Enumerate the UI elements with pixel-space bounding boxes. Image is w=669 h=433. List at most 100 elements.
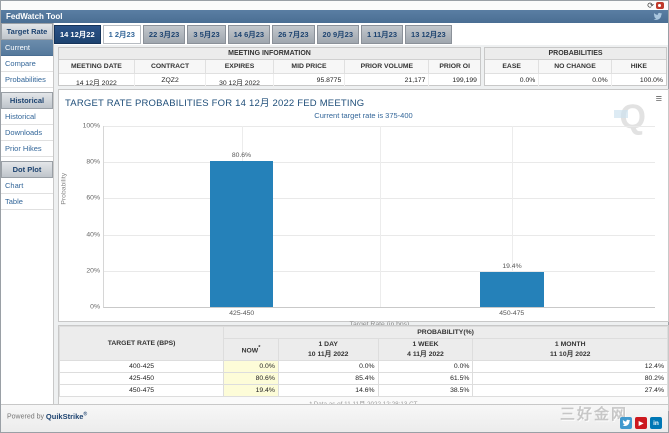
header-text: NOW (241, 347, 259, 355)
target-rate-col-header: TARGET RATE (BPS) (58, 326, 225, 361)
tab-meeting-4[interactable]: 14 6月23 (227, 25, 271, 44)
day-cell: 14.6% (277, 384, 379, 397)
meeting-information-title: MEETING INFORMATION (59, 48, 480, 60)
probabilities-summary-panel: PROBABILITIES EASE NO CHANGE HIKE 0.0% 0… (484, 47, 667, 87)
chart-menu-icon[interactable]: ≡ (656, 94, 662, 105)
table-row: 400-425 0.0% 0.0% 0.0% 12.4% (58, 360, 668, 373)
app-title-bar: FedWatch Tool (1, 10, 668, 23)
now-col-header: NOW* (223, 338, 279, 361)
site-watermark: 三好金网 (559, 406, 628, 423)
y-tick: 0% (90, 303, 100, 311)
meeting-information-panel: MEETING INFORMATION MEETING DATE CONTRAC… (58, 47, 481, 90)
now-cell: 0.0% (223, 360, 279, 373)
rate-cell: 425-450 (58, 372, 225, 385)
tab-meeting-5[interactable]: 26 7月23 (272, 25, 315, 44)
sidebar-item-current[interactable]: Current (1, 40, 53, 56)
col-header: MID PRICE (273, 60, 346, 74)
prior-volume-value: 21,177 (345, 74, 430, 90)
app-title: FedWatch Tool (6, 12, 63, 21)
day-cell: 85.4% (277, 372, 379, 385)
linkedin-icon[interactable]: in (650, 417, 662, 429)
meeting-date-value: 14 12月 2022 (59, 74, 135, 90)
sidebar-item-probabilities[interactable]: Probabilities (1, 72, 53, 88)
footer-bar: Powered by QuikStrike® 三好金网 ▶ in (1, 404, 668, 432)
sidebar-header-historical[interactable]: Historical (1, 92, 53, 109)
sidebar-item-chart[interactable]: Chart (1, 178, 53, 194)
expires-value: 30 12月 2022 (206, 74, 274, 90)
rate-cell: 400-425 (58, 360, 225, 373)
youtube-icon[interactable]: ▶ (635, 417, 647, 429)
sidebar-header-target-rate[interactable]: Target Rate (1, 23, 53, 40)
footnote-marker: * (258, 344, 261, 351)
sidebar-header-dot-plot[interactable]: Dot Plot (1, 161, 53, 178)
col-header: CONTRACT (134, 60, 207, 74)
reload-icon[interactable]: ⟳ (647, 1, 654, 10)
header-text: 1 DAY (318, 341, 338, 348)
twitter-bird-icon (622, 419, 630, 426)
sidebar-item-historical[interactable]: Historical (1, 109, 53, 125)
now-cell: 80.6% (223, 372, 279, 385)
prior-oi-value: 199,199 (452, 77, 477, 84)
header-date: 10 11月 2022 (308, 351, 349, 358)
month-cell: 80.2% (472, 372, 668, 385)
col-header: EXPIRES (206, 60, 274, 74)
powered-by-text: Powered by (7, 413, 44, 421)
table-row: 450-475 19.4% 14.6% 38.5% 27.4% (58, 384, 668, 397)
tab-meeting-3[interactable]: 3 5月23 (187, 25, 226, 44)
tab-meeting-0[interactable]: 14 12月22 (54, 25, 101, 44)
bar-value-label: 19.4% (502, 262, 522, 270)
meeting-information-values: 14 12月 2022 ZQZ2 30 12月 2022 95.8775 21,… (59, 74, 480, 90)
sidebar-item-prior-hikes[interactable]: Prior Hikes (1, 141, 53, 157)
chart-title: TARGET RATE PROBABILITIES FOR 14 12月 202… (65, 98, 365, 109)
col-header: EASE (485, 60, 540, 74)
y-tick: 100% (82, 122, 100, 130)
sidebar-item-compare[interactable]: Compare (1, 56, 53, 72)
probabilities-headers: EASE NO CHANGE HIKE (485, 60, 666, 74)
hike-value: 100.0% (639, 77, 663, 84)
sidebar-item-table[interactable]: Table (1, 194, 53, 210)
header-date: 4 11月 2022 (407, 351, 444, 358)
mid-price-value: 95.8775 (274, 74, 346, 90)
target-rate-chart-panel: TARGET RATE PROBABILITIES FOR 14 12月 202… (58, 89, 669, 328)
red-plugin-icon[interactable] (656, 2, 664, 9)
col-header: PRIOR VOLUME (345, 60, 430, 74)
col-header: NO CHANGE (539, 60, 612, 74)
no-change-value: 0.0% (539, 74, 612, 87)
tab-meeting-2[interactable]: 22 3月23 (142, 25, 186, 44)
social-icons: ▶ in (620, 417, 662, 429)
tab-meeting-8[interactable]: 13 12月23 (405, 25, 452, 44)
week-cell: 0.0% (377, 360, 474, 373)
sidebar: Target Rate Current Compare Probabilitie… (1, 23, 54, 404)
quikstrike-brand[interactable]: QuikStrike® (46, 411, 87, 421)
col-header: HIKE (611, 60, 666, 74)
probability-bar[interactable] (209, 161, 274, 307)
y-tick: 40% (86, 231, 100, 239)
main-content: MEETING INFORMATION MEETING DATE CONTRAC… (54, 45, 669, 412)
month-col-header: 1 MONTH 11 10月 2022 (472, 338, 668, 361)
header-date: 11 10月 2022 (549, 351, 591, 358)
table-row: 425-450 80.6% 85.4% 61.5% 80.2% (58, 372, 668, 385)
twitter-bird-icon[interactable] (653, 12, 663, 21)
chart-plot-area: 100% 80% 60% 40% 20% 0% Probability 80.6… (61, 123, 655, 328)
twitter-icon[interactable] (620, 417, 632, 429)
col-header: MEETING DATE (59, 60, 135, 74)
header-text: 1 WEEK (412, 341, 439, 348)
y-tick: 20% (86, 267, 100, 275)
week-cell: 38.5% (377, 384, 474, 397)
powered-by: Powered by QuikStrike® (7, 411, 87, 421)
tab-meeting-1[interactable]: 1 2月23 (102, 25, 141, 44)
probability-bar[interactable] (480, 271, 544, 307)
bar-group-425-450: 80.6% (209, 126, 274, 307)
col-header: PRIOR OI (429, 60, 480, 74)
week-col-header: 1 WEEK 4 11月 2022 (377, 338, 474, 361)
probability-group-header: PROBABILITY(%) (223, 326, 668, 339)
tab-meeting-6[interactable]: 20 9月23 (316, 25, 359, 44)
now-cell: 19.4% (223, 384, 279, 397)
sidebar-item-downloads[interactable]: Downloads (1, 125, 53, 141)
chart-subtitle: Current target rate is 375-400 (314, 111, 413, 120)
y-tick: 60% (86, 194, 100, 202)
tab-meeting-7[interactable]: 1 11月23 (361, 25, 404, 44)
rate-cell: 450-475 (58, 384, 225, 397)
linkedin-glyph: in (653, 419, 659, 427)
fedwatch-window: ⟳ FedWatch Tool 14 12月22 1 2月23 22 3月23 … (0, 0, 669, 433)
